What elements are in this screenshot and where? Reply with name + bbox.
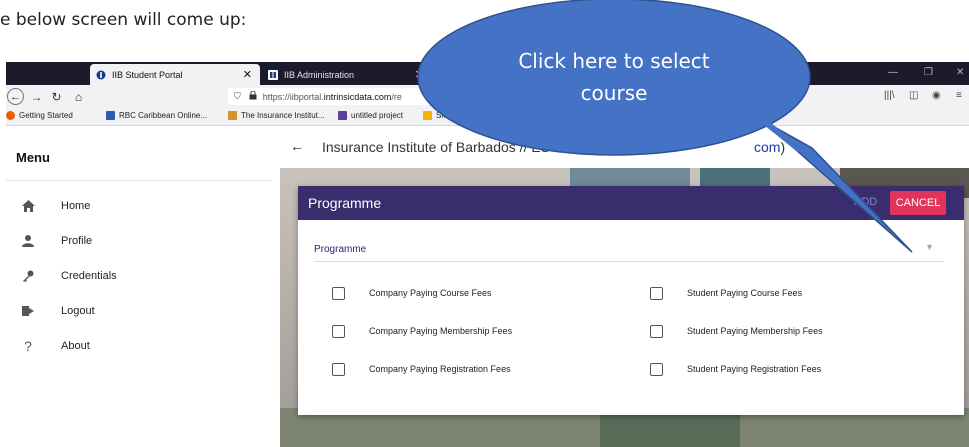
- sidebar-item-label: Logout: [61, 305, 95, 317]
- menu-icon[interactable]: ≡: [956, 90, 962, 101]
- option-company-membership-fees[interactable]: Company Paying Membership Fees: [332, 322, 512, 340]
- tab-label: IIB Student Portal: [112, 69, 183, 80]
- sidebar-item-label: Home: [61, 200, 91, 212]
- back-icon[interactable]: ←: [7, 88, 24, 105]
- sidebar: Menu Home Profile Credentials Logout ? A…: [6, 126, 272, 447]
- sidebar-item-home[interactable]: Home: [20, 194, 260, 218]
- programme-select[interactable]: Programme ▼: [314, 236, 944, 262]
- option-student-membership-fees[interactable]: Student Paying Membership Fees: [650, 322, 823, 340]
- key-icon: [20, 268, 36, 284]
- sidebar-toggle-icon[interactable]: ◫: [909, 90, 918, 101]
- option-student-course-fees[interactable]: Student Paying Course Fees: [650, 284, 802, 302]
- dialog-header: Programme ADD CANCEL: [298, 186, 964, 220]
- cancel-button[interactable]: CANCEL: [890, 191, 946, 215]
- checkbox[interactable]: [650, 362, 663, 376]
- question-icon: ?: [24, 338, 32, 354]
- sidebar-item-credentials[interactable]: Credentials: [20, 264, 260, 288]
- account-icon[interactable]: ◉: [932, 90, 941, 101]
- portal-favicon-icon: [96, 70, 106, 80]
- sidebar-item-logout[interactable]: Logout: [20, 299, 260, 323]
- sidebar-item-label: About: [61, 340, 90, 352]
- callout-text: Click here to select course: [518, 49, 710, 105]
- tab-bar: IIB Student Portal ✕ IIB Administration …: [6, 62, 969, 85]
- sidebar-item-label: Credentials: [61, 270, 117, 282]
- option-company-course-fees[interactable]: Company Paying Course Fees: [332, 284, 492, 302]
- dropdown-caret-icon[interactable]: ▼: [925, 242, 934, 252]
- window-close-icon[interactable]: ✕: [956, 67, 964, 78]
- bookmark-smarterm[interactable]: SmarterM: [423, 111, 471, 120]
- option-company-registration-fees[interactable]: Company Paying Registration Fees: [332, 360, 511, 378]
- option-label: Student Paying Membership Fees: [687, 326, 823, 336]
- user-email-link[interactable]: jovanna.fr com: [605, 139, 781, 155]
- project-icon: [338, 111, 347, 120]
- screenshot-root: { "intro_text": "e below screen will com…: [0, 0, 969, 447]
- main-content: ← Insurance Institute of Barbados // EST…: [280, 126, 969, 447]
- browser-window: IIB Student Portal ✕ IIB Administration …: [6, 62, 969, 447]
- restore-icon[interactable]: ❐: [924, 67, 933, 78]
- bookmark-label: SmarterM: [436, 111, 472, 120]
- programme-dialog: Programme ADD CANCEL Programme ▼ Company…: [298, 186, 964, 415]
- library-icon[interactable]: |||\: [884, 90, 895, 101]
- url-domain: intrinsicdata.com: [323, 91, 392, 102]
- app-header: ← Insurance Institute of Barbados // EST…: [280, 126, 969, 168]
- rbc-icon: [106, 111, 115, 120]
- person-icon: [20, 233, 36, 249]
- option-label: Student Paying Course Fees: [687, 288, 803, 298]
- sidebar-item-label: Profile: [61, 235, 93, 247]
- tab-iib-administration[interactable]: IIB Administration ✕: [262, 64, 432, 85]
- minimize-icon[interactable]: —: [888, 67, 898, 78]
- lock-icon: [249, 90, 257, 102]
- bookmark-getting-started[interactable]: Getting Started: [6, 111, 73, 120]
- option-label: Company Paying Registration Fees: [369, 364, 511, 374]
- forward-icon[interactable]: →: [28, 88, 45, 105]
- close-tab-icon[interactable]: ✕: [243, 68, 252, 81]
- browser-toolbar: ← → ↻ ⌂ ⛉ https://iibportal. intrinsicdat…: [6, 85, 969, 108]
- home-icon: [20, 198, 36, 214]
- back-arrow-icon[interactable]: ←: [290, 138, 304, 154]
- checkbox[interactable]: [650, 324, 663, 338]
- checkbox[interactable]: [332, 362, 345, 376]
- bookmark-rbc[interactable]: RBC Caribbean Online...: [106, 111, 207, 120]
- bookmark-label: untitled project: [351, 111, 404, 120]
- tab-iib-student-portal[interactable]: IIB Student Portal ✕: [90, 64, 260, 85]
- sidebar-item-profile[interactable]: Profile: [20, 229, 260, 253]
- close-tab-icon[interactable]: ✕: [415, 68, 424, 81]
- logout-icon: [20, 303, 36, 319]
- url-suffix: /re: [391, 91, 402, 102]
- menu-heading: Menu: [16, 150, 50, 165]
- programme-select-label: Programme: [314, 244, 367, 255]
- admin-favicon-icon: [268, 69, 278, 80]
- smarterm-icon: [423, 111, 432, 120]
- option-student-registration-fees[interactable]: Student Paying Registration Fees: [650, 360, 821, 378]
- tab-label: IIB Administration: [284, 69, 355, 80]
- menu-divider: [6, 180, 272, 181]
- sidebar-item-about[interactable]: ? About: [20, 334, 260, 358]
- home-page-icon[interactable]: ⌂: [70, 88, 87, 105]
- intro-text: e below screen will come up:: [0, 10, 247, 30]
- checkbox[interactable]: [332, 324, 345, 338]
- institute-icon: [228, 111, 237, 120]
- checkbox[interactable]: [650, 286, 663, 300]
- bookmark-insurance-institute[interactable]: The Insurance Institut...: [228, 111, 325, 120]
- bookmark-label: RBC Caribbean Online...: [119, 111, 208, 120]
- url-prefix: https://iibportal.: [262, 91, 324, 102]
- option-label: Company Paying Membership Fees: [369, 326, 513, 336]
- option-label: Student Paying Registration Fees: [687, 364, 822, 374]
- checkbox[interactable]: [332, 286, 345, 300]
- bookmarks-bar: Getting Started RBC Caribbean Online... …: [6, 108, 969, 126]
- option-label: Company Paying Course Fees: [369, 288, 492, 298]
- shield-icon: ⛉: [234, 91, 241, 101]
- page-title: Insurance Institute of Barbados // EST. …: [322, 139, 786, 155]
- reload-icon[interactable]: ↻: [48, 88, 65, 105]
- add-button[interactable]: ADD: [854, 196, 877, 208]
- bookmark-untitled-project[interactable]: untitled project: [338, 111, 403, 120]
- dialog-title: Programme: [308, 195, 382, 211]
- bookmark-label: The Insurance Institut...: [241, 111, 325, 120]
- bookmark-label: Getting Started: [19, 111, 73, 120]
- web-page: Menu Home Profile Credentials Logout ? A…: [6, 126, 969, 447]
- firefox-icon: [6, 111, 15, 120]
